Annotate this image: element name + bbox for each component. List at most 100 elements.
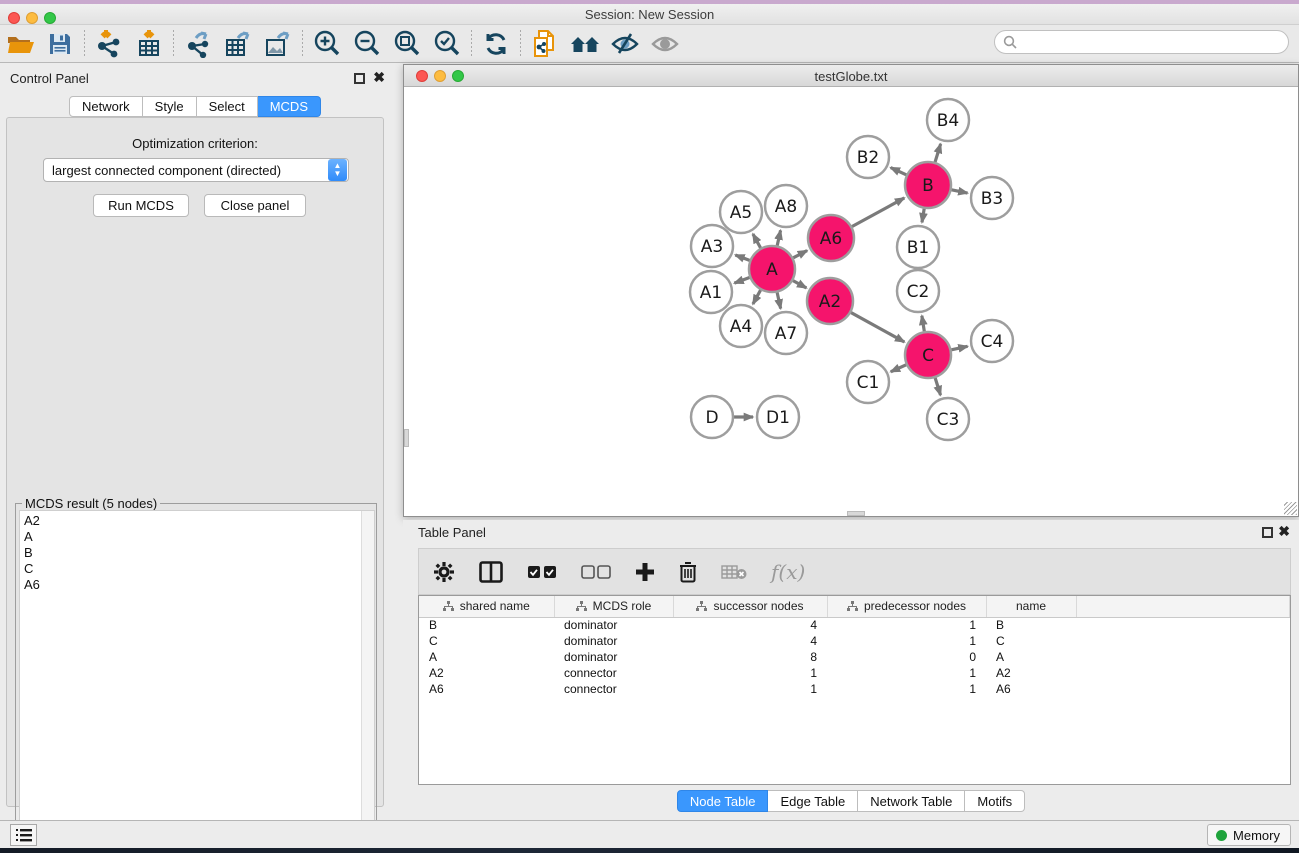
function-builder-button[interactable]: f(x) (771, 560, 805, 584)
graph-edge-A-A4[interactable] (753, 290, 761, 304)
zoom-in-button[interactable] (307, 28, 347, 60)
table-cell[interactable]: connector (554, 681, 673, 697)
table-cell[interactable]: A2 (419, 665, 554, 681)
table-cell[interactable]: dominator (554, 633, 673, 649)
column-header-successor-nodes[interactable]: successor nodes (673, 596, 827, 617)
tab-select[interactable]: Select (197, 96, 258, 117)
resize-grip[interactable] (1284, 502, 1297, 515)
table-cell[interactable]: 1 (827, 633, 986, 649)
graph-edge-A-A8[interactable] (777, 230, 780, 245)
table-cell[interactable]: 1 (673, 681, 827, 697)
zoom-selected-button[interactable] (427, 28, 467, 60)
graph-edge-B-B3[interactable] (952, 190, 968, 193)
close-panel-icon[interactable]: ✖ (1278, 526, 1290, 537)
memory-button[interactable]: Memory (1207, 824, 1291, 846)
graph-edge-A-A1[interactable] (734, 277, 749, 283)
graph-edge-A-A2[interactable] (793, 281, 806, 288)
graph-edge-A-A5[interactable] (753, 234, 761, 248)
table-cell[interactable]: 4 (673, 633, 827, 649)
table-cell[interactable]: C (419, 633, 554, 649)
tool-grip[interactable] (847, 511, 865, 516)
table-row[interactable]: A6connector11A6 (419, 681, 1290, 697)
graph-edge-A-A6[interactable] (793, 251, 807, 258)
table-cell[interactable]: dominator (554, 649, 673, 665)
delete-table-button[interactable] (721, 564, 747, 580)
column-header-shared-name[interactable]: shared name (419, 596, 554, 617)
list-item[interactable]: A2 (24, 513, 370, 529)
close-panel-button[interactable]: Close panel (204, 194, 306, 217)
deselect-all-button[interactable] (581, 565, 611, 579)
graph-edge-C-C1[interactable] (891, 365, 906, 372)
table-cell[interactable]: B (986, 617, 1076, 633)
table-cell[interactable]: A6 (419, 681, 554, 697)
network-graph-canvas[interactable]: B4B2BB3A8A5A6A3B1AC2A1A2A4A7C4CC1DD1C3 (404, 87, 1298, 517)
column-header-mcds-role[interactable]: MCDS role (554, 596, 673, 617)
import-network-button[interactable] (89, 28, 129, 60)
table-cell[interactable]: 1 (827, 665, 986, 681)
graph-edge-C-C4[interactable] (951, 346, 967, 350)
birdseye-grip[interactable] (404, 429, 409, 447)
table-row[interactable]: Cdominator41C (419, 633, 1290, 649)
search-box[interactable] (994, 30, 1289, 54)
mcds-result-list[interactable]: A2 A B C A6 (19, 510, 375, 839)
list-item[interactable]: A6 (24, 577, 370, 593)
export-image-button[interactable] (258, 28, 298, 60)
refresh-button[interactable] (476, 28, 516, 60)
graph-edge-A-A3[interactable] (735, 255, 749, 260)
list-item[interactable]: A (24, 529, 370, 545)
table-cell[interactable]: A2 (986, 665, 1076, 681)
task-history-button[interactable] (10, 824, 37, 846)
tab-network[interactable]: Network (69, 96, 143, 117)
graph-edge-A-A7[interactable] (777, 292, 781, 308)
column-header-name[interactable]: name (986, 596, 1076, 617)
network-window-titlebar[interactable]: testGlobe.txt (404, 65, 1298, 87)
show-columns-button[interactable] (479, 561, 503, 583)
table-row[interactable]: Bdominator41B (419, 617, 1290, 633)
optimization-criterion-select[interactable]: largest connected component (directed) ▲… (43, 158, 349, 182)
zoom-fit-button[interactable] (387, 28, 427, 60)
graph-edge-C-C2[interactable] (922, 316, 924, 332)
table-cell[interactable]: A (419, 649, 554, 665)
settings-gear-button[interactable] (433, 561, 455, 583)
float-panel-icon[interactable] (1262, 527, 1273, 538)
table-row[interactable]: Adominator80A (419, 649, 1290, 665)
import-table-button[interactable] (129, 28, 169, 60)
table-cell[interactable]: 4 (673, 617, 827, 633)
table-cell[interactable]: A6 (986, 681, 1076, 697)
save-session-button[interactable] (40, 28, 80, 60)
close-panel-icon[interactable]: ✖ (373, 72, 385, 83)
tab-edge-table[interactable]: Edge Table (768, 790, 858, 812)
open-session-button[interactable] (0, 28, 40, 60)
clone-network-button[interactable] (525, 28, 565, 60)
graph-edge-A2-C[interactable] (851, 313, 904, 342)
show-graphics-details-button[interactable] (645, 28, 685, 60)
zoom-out-button[interactable] (347, 28, 387, 60)
add-column-button[interactable] (635, 562, 655, 582)
graph-edge-B-B2[interactable] (891, 168, 907, 175)
table-cell[interactable]: A (986, 649, 1076, 665)
select-all-button[interactable] (527, 565, 557, 579)
table-cell[interactable]: 1 (827, 681, 986, 697)
table-cell[interactable]: 8 (673, 649, 827, 665)
table-cell[interactable]: dominator (554, 617, 673, 633)
list-item[interactable]: B (24, 545, 370, 561)
table-cell[interactable]: C (986, 633, 1076, 649)
hide-graphics-details-button[interactable] (605, 28, 645, 60)
run-mcds-button[interactable]: Run MCDS (93, 194, 189, 217)
tab-network-table[interactable]: Network Table (858, 790, 965, 812)
tab-motifs[interactable]: Motifs (965, 790, 1025, 812)
scrollbar[interactable] (361, 511, 374, 838)
table-cell[interactable]: 0 (827, 649, 986, 665)
export-network-button[interactable] (178, 28, 218, 60)
table-cell[interactable]: 1 (673, 665, 827, 681)
tab-node-table[interactable]: Node Table (677, 790, 769, 812)
graph-edge-A6-B[interactable] (852, 198, 904, 227)
column-header-predecessor-nodes[interactable]: predecessor nodes (827, 596, 986, 617)
delete-column-button[interactable] (679, 561, 697, 583)
cybrowser-home-button[interactable] (565, 28, 605, 60)
float-panel-icon[interactable] (354, 73, 365, 84)
table-row[interactable]: A2connector11A2 (419, 665, 1290, 681)
graph-edge-B-B4[interactable] (935, 144, 941, 162)
table-cell[interactable]: B (419, 617, 554, 633)
export-table-button[interactable] (218, 28, 258, 60)
